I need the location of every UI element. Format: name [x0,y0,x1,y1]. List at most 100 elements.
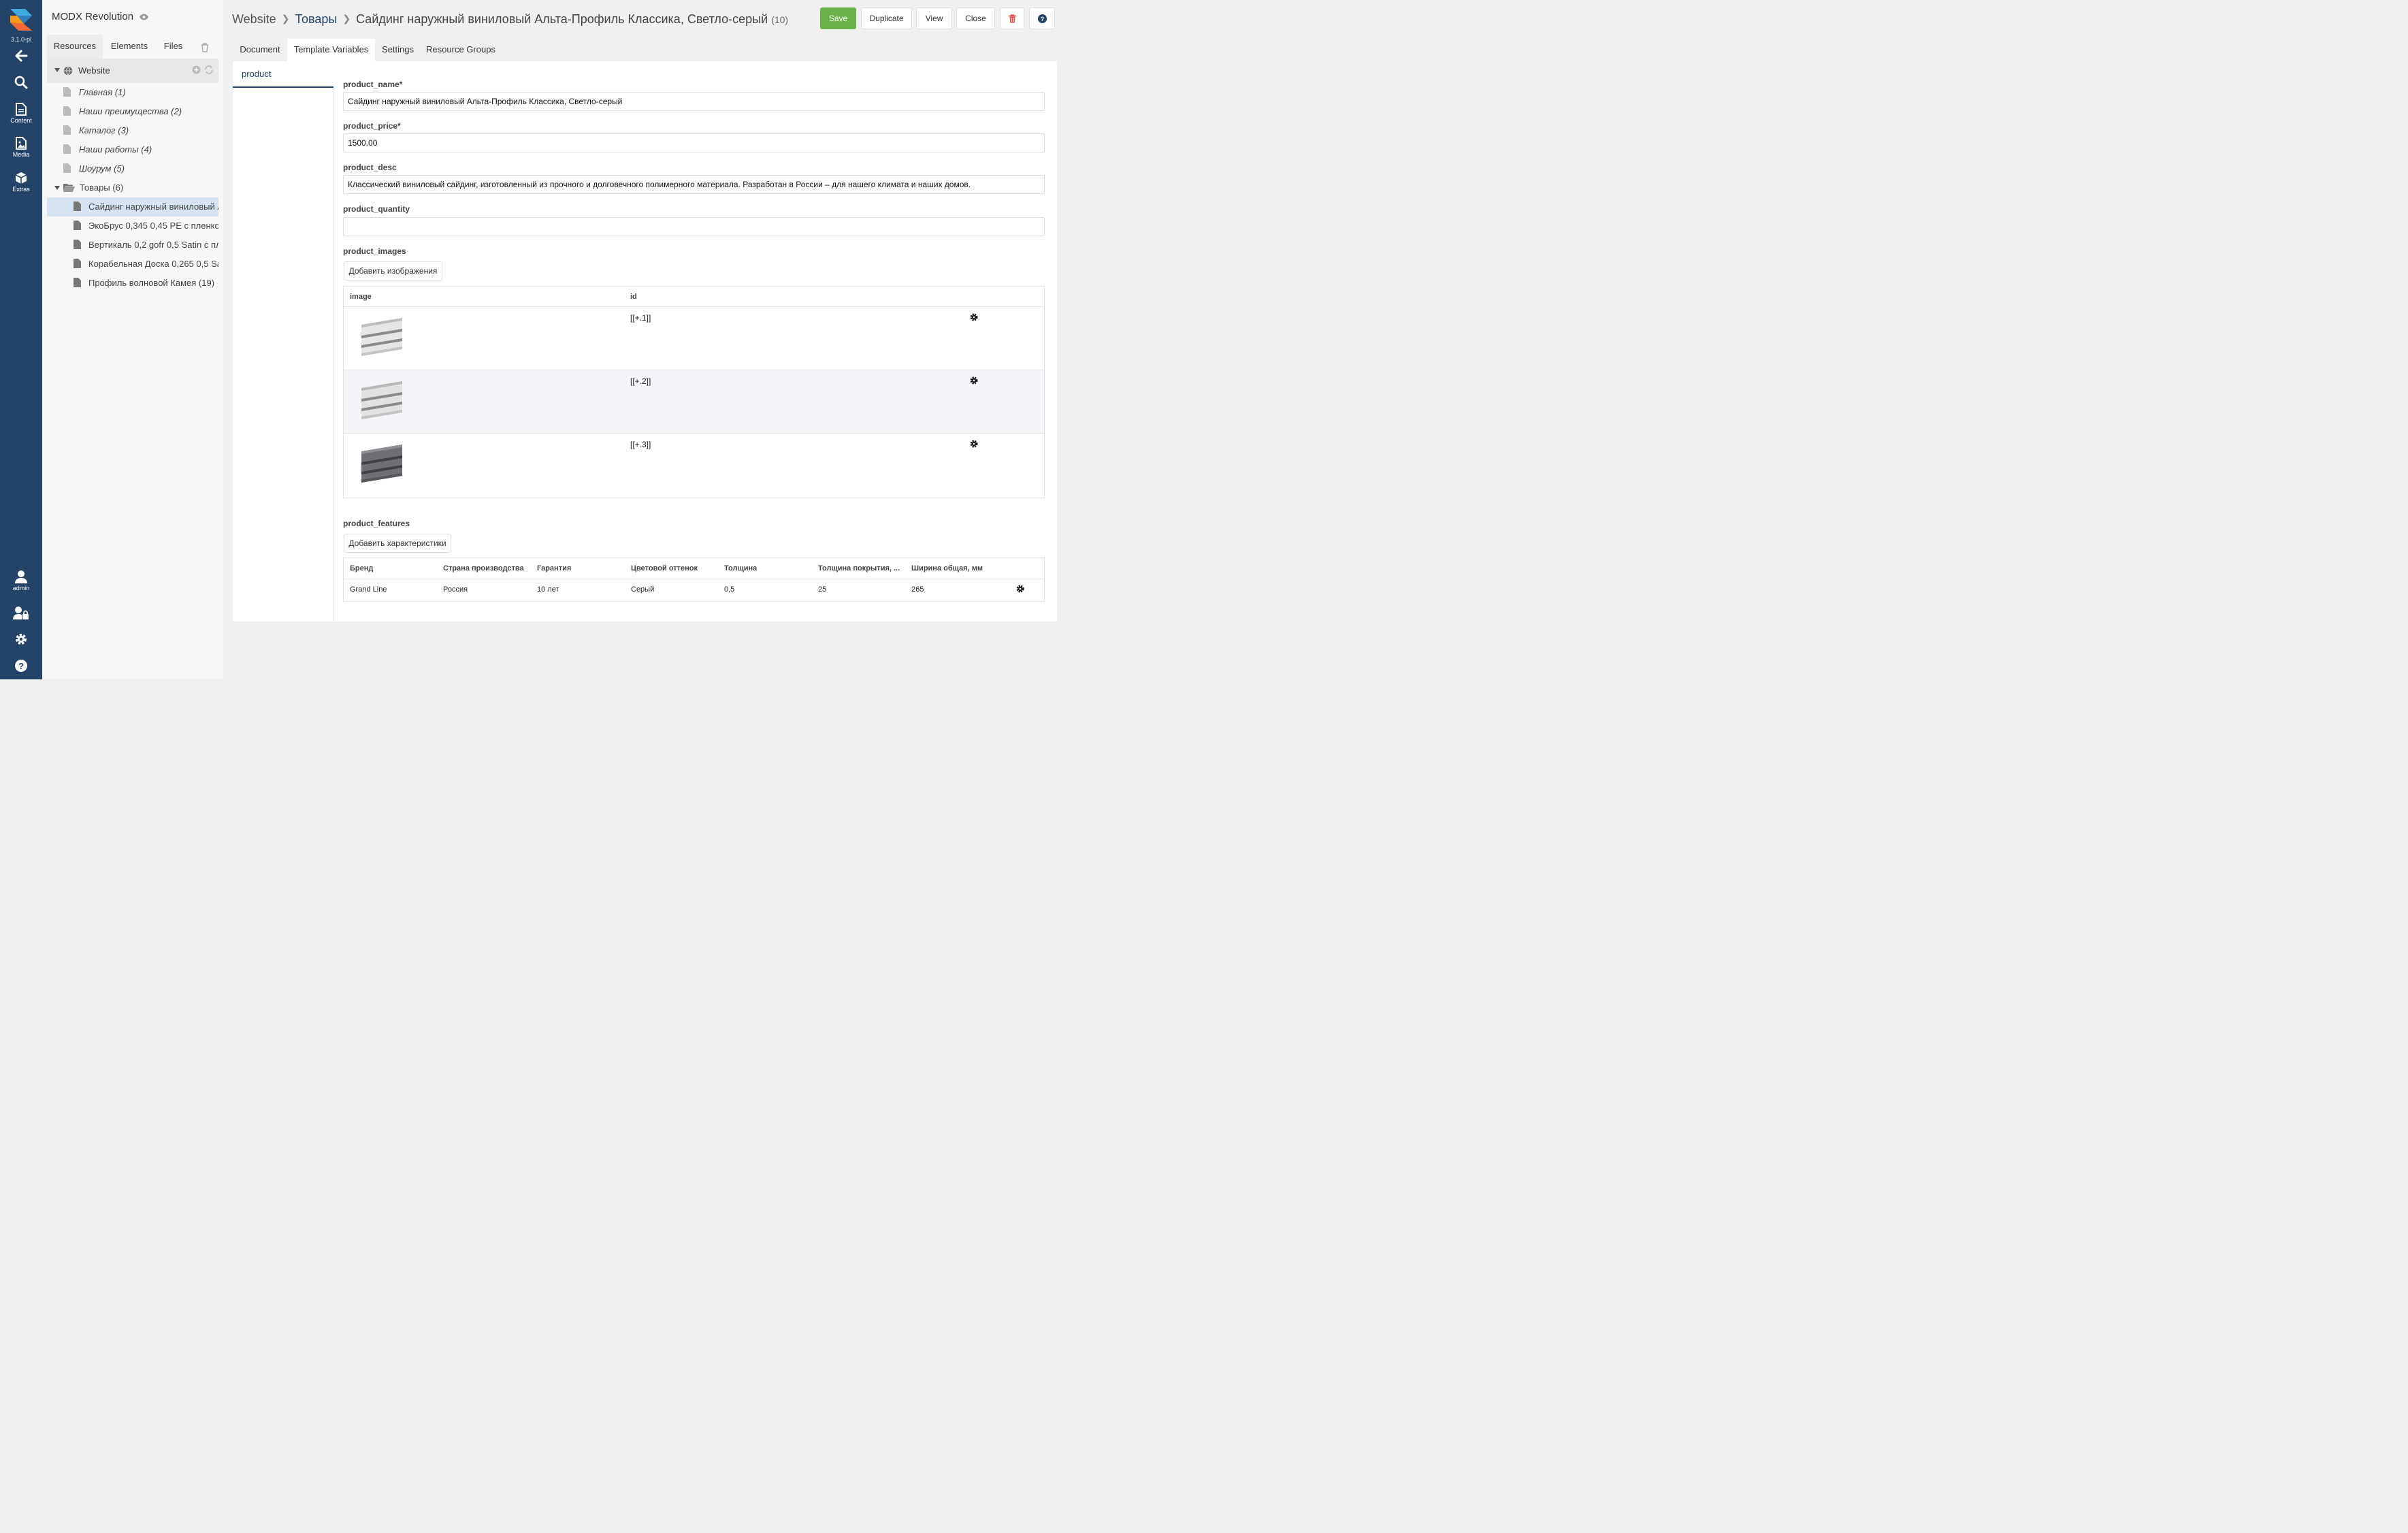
gear-icon [16,634,27,645]
tree-item[interactable]: Профиль волновой Камея (19) [47,274,218,293]
tree-item[interactable]: Корабельная Доска 0,265 0,5 Satin [47,255,218,274]
tree-tabs: Resources Elements Files [47,35,218,59]
tab-document[interactable]: Document [233,39,287,61]
tree-item-selected[interactable]: Сайдинг наружный виниловый Альта-Профиль… [47,197,218,216]
tree-item-folder[interactable]: Товары (6) [47,178,218,197]
tab-template-variables[interactable]: Template Variables [287,39,375,61]
help-button-header[interactable]: ? [1029,7,1055,29]
column-total-width[interactable]: Ширина общая, мм [911,564,983,572]
search-button[interactable] [0,76,42,89]
column-id[interactable]: id [630,293,637,301]
tree-root-website[interactable]: Website [47,59,218,83]
image-row[interactable]: [[+.2]] [344,370,1044,434]
save-button[interactable]: Save [820,7,856,29]
cell-country: Россия [443,585,468,594]
image-row[interactable]: [[+.1]] [344,307,1044,370]
resource-id: (10) [771,14,789,25]
globe-icon [63,66,73,76]
caret-down-icon[interactable] [54,186,60,190]
media-icon [16,137,27,150]
tree-item[interactable]: Каталог (3) [47,121,218,140]
cell-brand: Grand Line [350,585,387,594]
tree-item[interactable]: ЭкоБрус 0,345 0,45 PE с пленкой [47,216,218,236]
crumb-parent[interactable]: Товары [295,12,337,26]
settings-button[interactable] [0,632,42,646]
delete-button[interactable] [1000,7,1024,29]
help-button[interactable]: ? [0,659,42,673]
duplicate-button[interactable]: Duplicate [861,7,912,29]
gear-icon[interactable] [970,440,978,448]
crumb-root[interactable]: Website [232,12,276,26]
caret-down-icon[interactable] [54,68,60,72]
gear-icon[interactable] [970,313,978,321]
trash-icon [1008,14,1016,23]
tree-item-label: Корабельная Доска 0,265 0,5 Satin [88,259,218,269]
column-thickness[interactable]: Толщина [724,564,757,572]
tab-resource-groups[interactable]: Resource Groups [421,39,501,61]
column-coating-thickness[interactable]: Толщина покрытия, ... [818,564,900,572]
tree-item-label: Главная (1) [79,87,126,97]
close-button[interactable]: Close [956,7,995,29]
trash-icon[interactable] [201,43,209,52]
product-name-label: product_name* [343,80,403,89]
add-features-button[interactable]: Добавить характеристики [344,534,451,553]
refresh-icon[interactable] [204,65,214,74]
column-color[interactable]: Цветовой оттенок [631,564,698,572]
gear-icon[interactable] [970,376,978,385]
document-icon [63,144,71,154]
tree-item[interactable]: Наши работы (4) [47,140,218,159]
product-quantity-input[interactable] [343,217,1045,236]
tree-item-label: Сайдинг наружный виниловый Альта-Профиль… [88,201,218,212]
folder-open-icon [63,184,75,192]
tab-settings[interactable]: Settings [375,39,421,61]
tree-item-label: ЭкоБрус 0,345 0,45 PE с пленкой [88,221,218,231]
column-brand[interactable]: Бренд [350,564,373,572]
add-resource-icon[interactable] [192,65,201,74]
image-row[interactable]: [[+.3]] [344,434,1044,497]
extras-label: Extras [12,186,30,193]
product-images-label: product_images [343,246,406,256]
product-desc-input[interactable]: Классический виниловый сайдинг, изготовл… [343,175,1045,194]
gear-icon[interactable] [1016,585,1024,593]
extras-button[interactable]: Extras [0,172,42,193]
tv-category-tab[interactable]: product [233,61,333,88]
version-label: 3.1.0-pl [10,36,32,43]
arrow-left-icon [15,50,28,62]
tree-item-label: Товары (6) [80,182,124,193]
site-name[interactable]: MODX Revolution [52,11,149,22]
tree-item[interactable]: Вертикаль 0,2 gofr 0,5 Satin с пленкой [47,236,218,255]
tab-elements[interactable]: Elements [105,35,154,59]
eye-icon[interactable] [139,14,149,20]
tv-category-label: product [242,69,272,79]
document-icon [63,106,71,116]
tree-root-label: Website [78,65,110,76]
tree-item[interactable]: Главная (1) [47,83,218,102]
product-price-input[interactable]: 1500.00 [343,133,1045,152]
tree-item[interactable]: Шоурум (5) [47,159,218,178]
tree-item-label: Наши работы (4) [79,144,152,155]
user-button[interactable]: admin [0,570,42,592]
tab-resources[interactable]: Resources [47,35,103,59]
product-desc-label: product_desc [343,163,397,172]
product-features-label: product_features [343,519,410,528]
document-icon [63,163,71,173]
view-button[interactable]: View [916,7,952,29]
media-button[interactable]: Media [0,137,42,158]
features-grid: Бренд Страна производства Гарантия Цвето… [343,558,1045,602]
siding-thumbnail-image [361,318,402,356]
tree-item[interactable]: Наши преимущества (2) [47,102,218,121]
access-button[interactable] [0,606,42,619]
add-images-button[interactable]: Добавить изображения [344,261,442,280]
product-name-input[interactable]: Сайдинг наружный виниловый Альта-Профиль… [343,92,1045,111]
user-lock-icon [13,607,29,619]
back-button[interactable] [0,49,42,63]
tree-item-label: Шоурум (5) [79,163,125,174]
modx-logo[interactable] [9,7,33,32]
column-country[interactable]: Страна производства [443,564,524,572]
document-icon [74,201,81,211]
content-button[interactable]: Content [0,103,42,124]
tab-files[interactable]: Files [158,35,189,59]
column-warranty[interactable]: Гарантия [537,564,571,572]
column-image[interactable]: image [350,293,372,301]
content-label: Content [10,117,32,124]
